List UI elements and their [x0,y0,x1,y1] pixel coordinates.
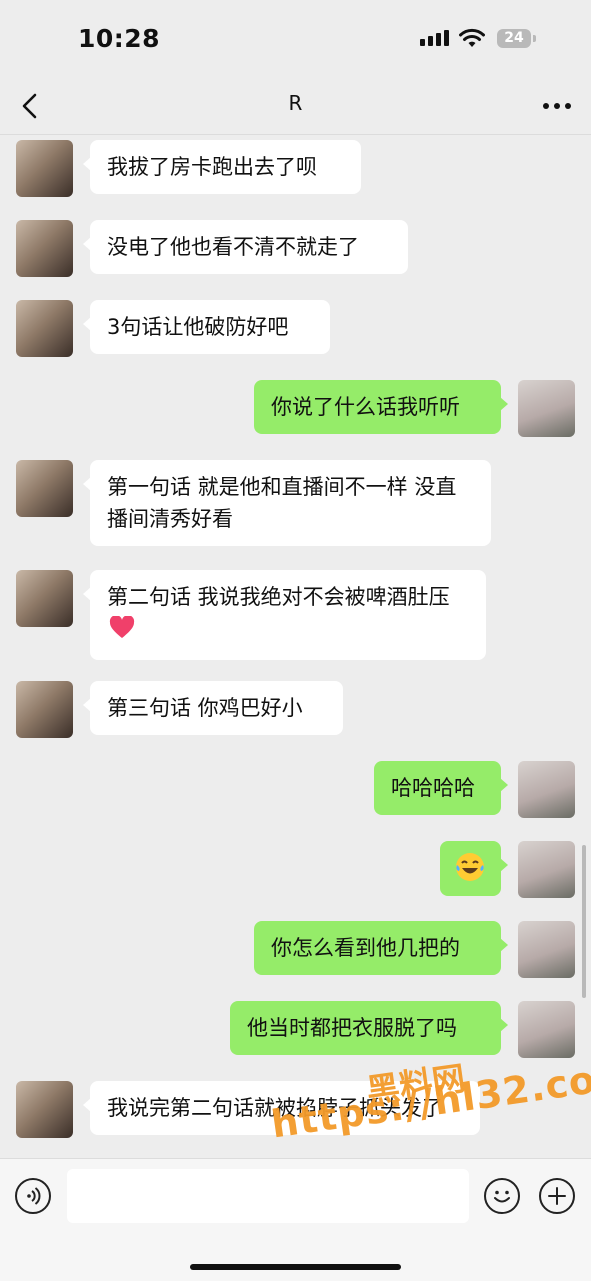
status-time: 10:28 [78,24,161,53]
message-row: 我拔了房卡跑出去了呗 [0,135,591,205]
message-bubble[interactable]: 他当时都把衣服脱了吗 [230,1001,508,1055]
message-bubble[interactable]: 第二句话 我说我绝对不会被啤酒肚压 [83,570,486,660]
chat-title: R [288,91,303,115]
message-bubble[interactable] [440,841,508,896]
my-avatar[interactable] [518,1001,575,1058]
contact-avatar[interactable] [16,1081,73,1138]
status-bar: 10:28 24 [0,0,591,78]
message-row: 第二句话 我说我绝对不会被啤酒肚压 [0,565,591,665]
contact-avatar[interactable] [16,300,73,357]
contact-avatar[interactable] [16,460,73,517]
message-input[interactable] [67,1169,469,1223]
plus-icon[interactable] [539,1178,575,1214]
contact-avatar[interactable] [16,570,73,627]
message-text: 第三句话 你鸡巴好小 [107,696,303,720]
my-avatar[interactable] [518,380,575,437]
battery-icon: 24 [497,29,531,48]
message-row: 哈哈哈哈 [0,756,591,826]
scrollbar[interactable] [582,845,586,998]
message-bubble[interactable]: 你说了什么话我听听 [254,380,508,434]
message-text: 第二句话 我说我绝对不会被啤酒肚压 [107,585,450,609]
contact-avatar[interactable] [16,220,73,277]
my-avatar[interactable] [518,921,575,978]
message-bubble[interactable]: 第三句话 你鸡巴好小 [83,681,343,735]
message-row: 他当时都把衣服脱了吗 [0,996,591,1066]
message-row: 第三句话 你鸡巴好小 [0,676,591,746]
message-row: 3句话让他破防好吧 [0,295,591,365]
message-row: 第一句话 就是他和直播间不一样 没直播间清秀好看 [0,455,591,555]
message-bubble[interactable]: 哈哈哈哈 [374,761,508,815]
contact-avatar[interactable] [16,140,73,197]
input-bar [0,1158,591,1281]
cellular-signal-icon [420,30,450,46]
message-row: 没电了他也看不清不就走了 [0,215,591,285]
message-text: 你怎么看到他几把的 [271,936,460,960]
message-bubble[interactable]: 第一句话 就是他和直播间不一样 没直播间清秀好看 [83,460,491,546]
wifi-icon [459,28,485,47]
home-indicator [190,1264,401,1270]
more-dots-icon[interactable] [537,94,577,118]
message-bubble[interactable]: 我拔了房卡跑出去了呗 [83,140,361,194]
emoji-icon[interactable] [484,1178,520,1214]
message-bubble[interactable]: 没电了他也看不清不就走了 [83,220,408,274]
red-heart-icon [109,615,135,649]
my-avatar[interactable] [518,841,575,898]
message-bubble[interactable]: 你怎么看到他几把的 [254,921,508,975]
laughing-tears-emoji-icon [456,853,484,881]
message-text: 哈哈哈哈 [391,776,475,800]
message-text: 你说了什么话我听听 [271,395,460,419]
message-list[interactable]: 我拔了房卡跑出去了呗 没电了他也看不清不就走了 3句话让他破防好吧 你说了什么话… [0,135,591,1158]
message-text: 没电了他也看不清不就走了 [107,235,359,259]
message-row: 你说了什么话我听听 [0,375,591,445]
message-row: 你怎么看到他几把的 [0,916,591,986]
message-text: 我拔了房卡跑出去了呗 [107,155,317,179]
my-avatar[interactable] [518,761,575,818]
voice-icon[interactable] [15,1178,51,1214]
contact-avatar[interactable] [16,681,73,738]
message-text: 第一句话 就是他和直播间不一样 没直播间清秀好看 [107,475,457,531]
battery-tip [533,35,536,42]
message-text: 3句话让他破防好吧 [107,315,289,339]
message-row [0,836,591,906]
message-text: 他当时都把衣服脱了吗 [247,1016,457,1040]
message-bubble[interactable]: 3句话让他破防好吧 [83,300,330,354]
chat-header: R [0,78,591,135]
